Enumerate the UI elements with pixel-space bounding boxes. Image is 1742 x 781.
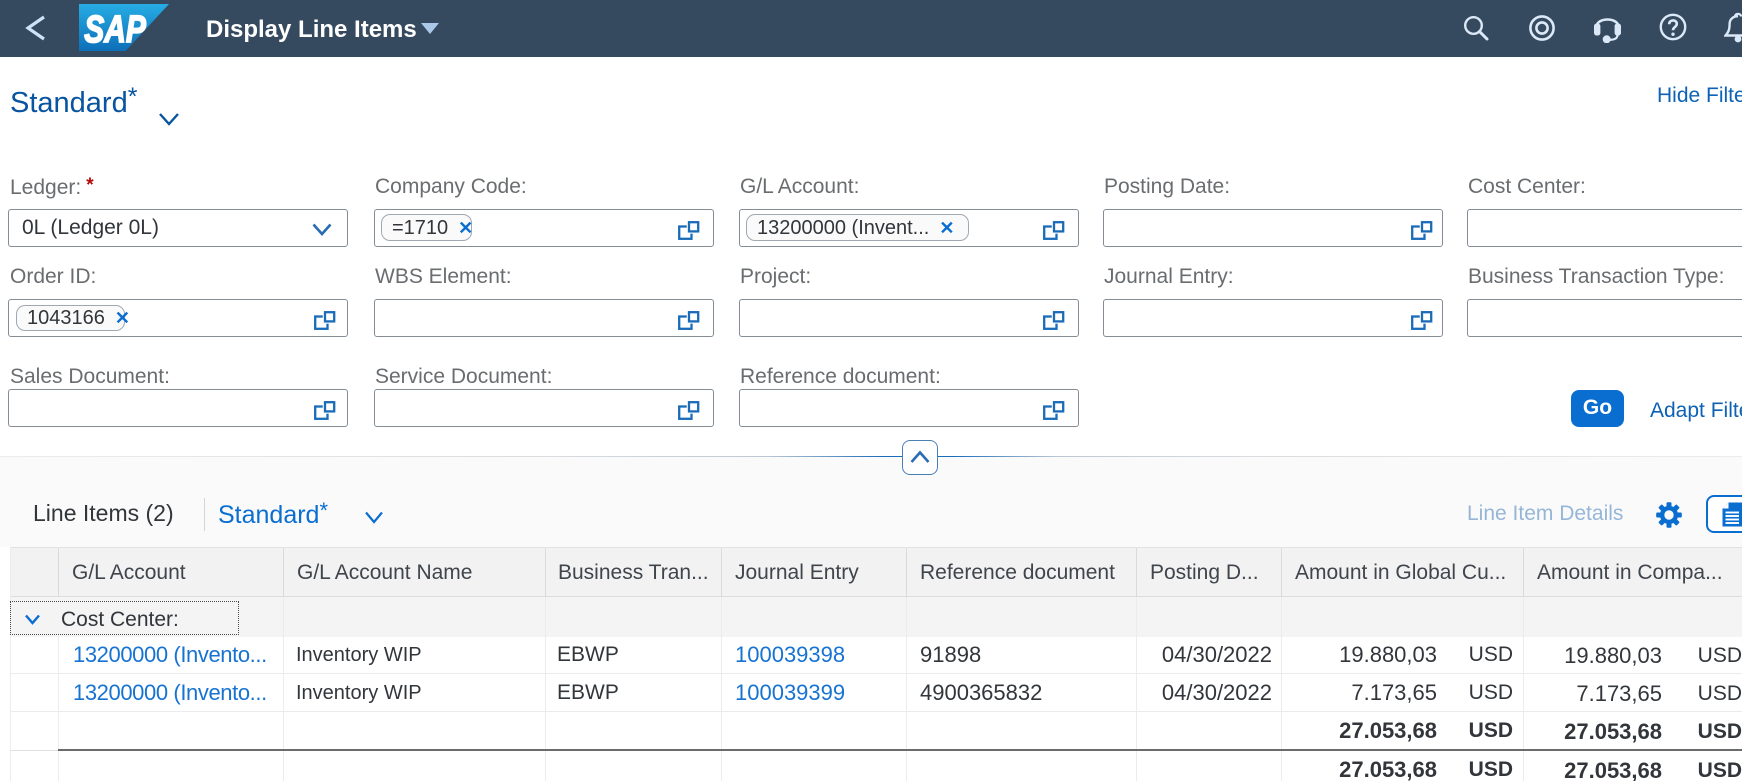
svg-text:SAP: SAP [84, 8, 146, 50]
